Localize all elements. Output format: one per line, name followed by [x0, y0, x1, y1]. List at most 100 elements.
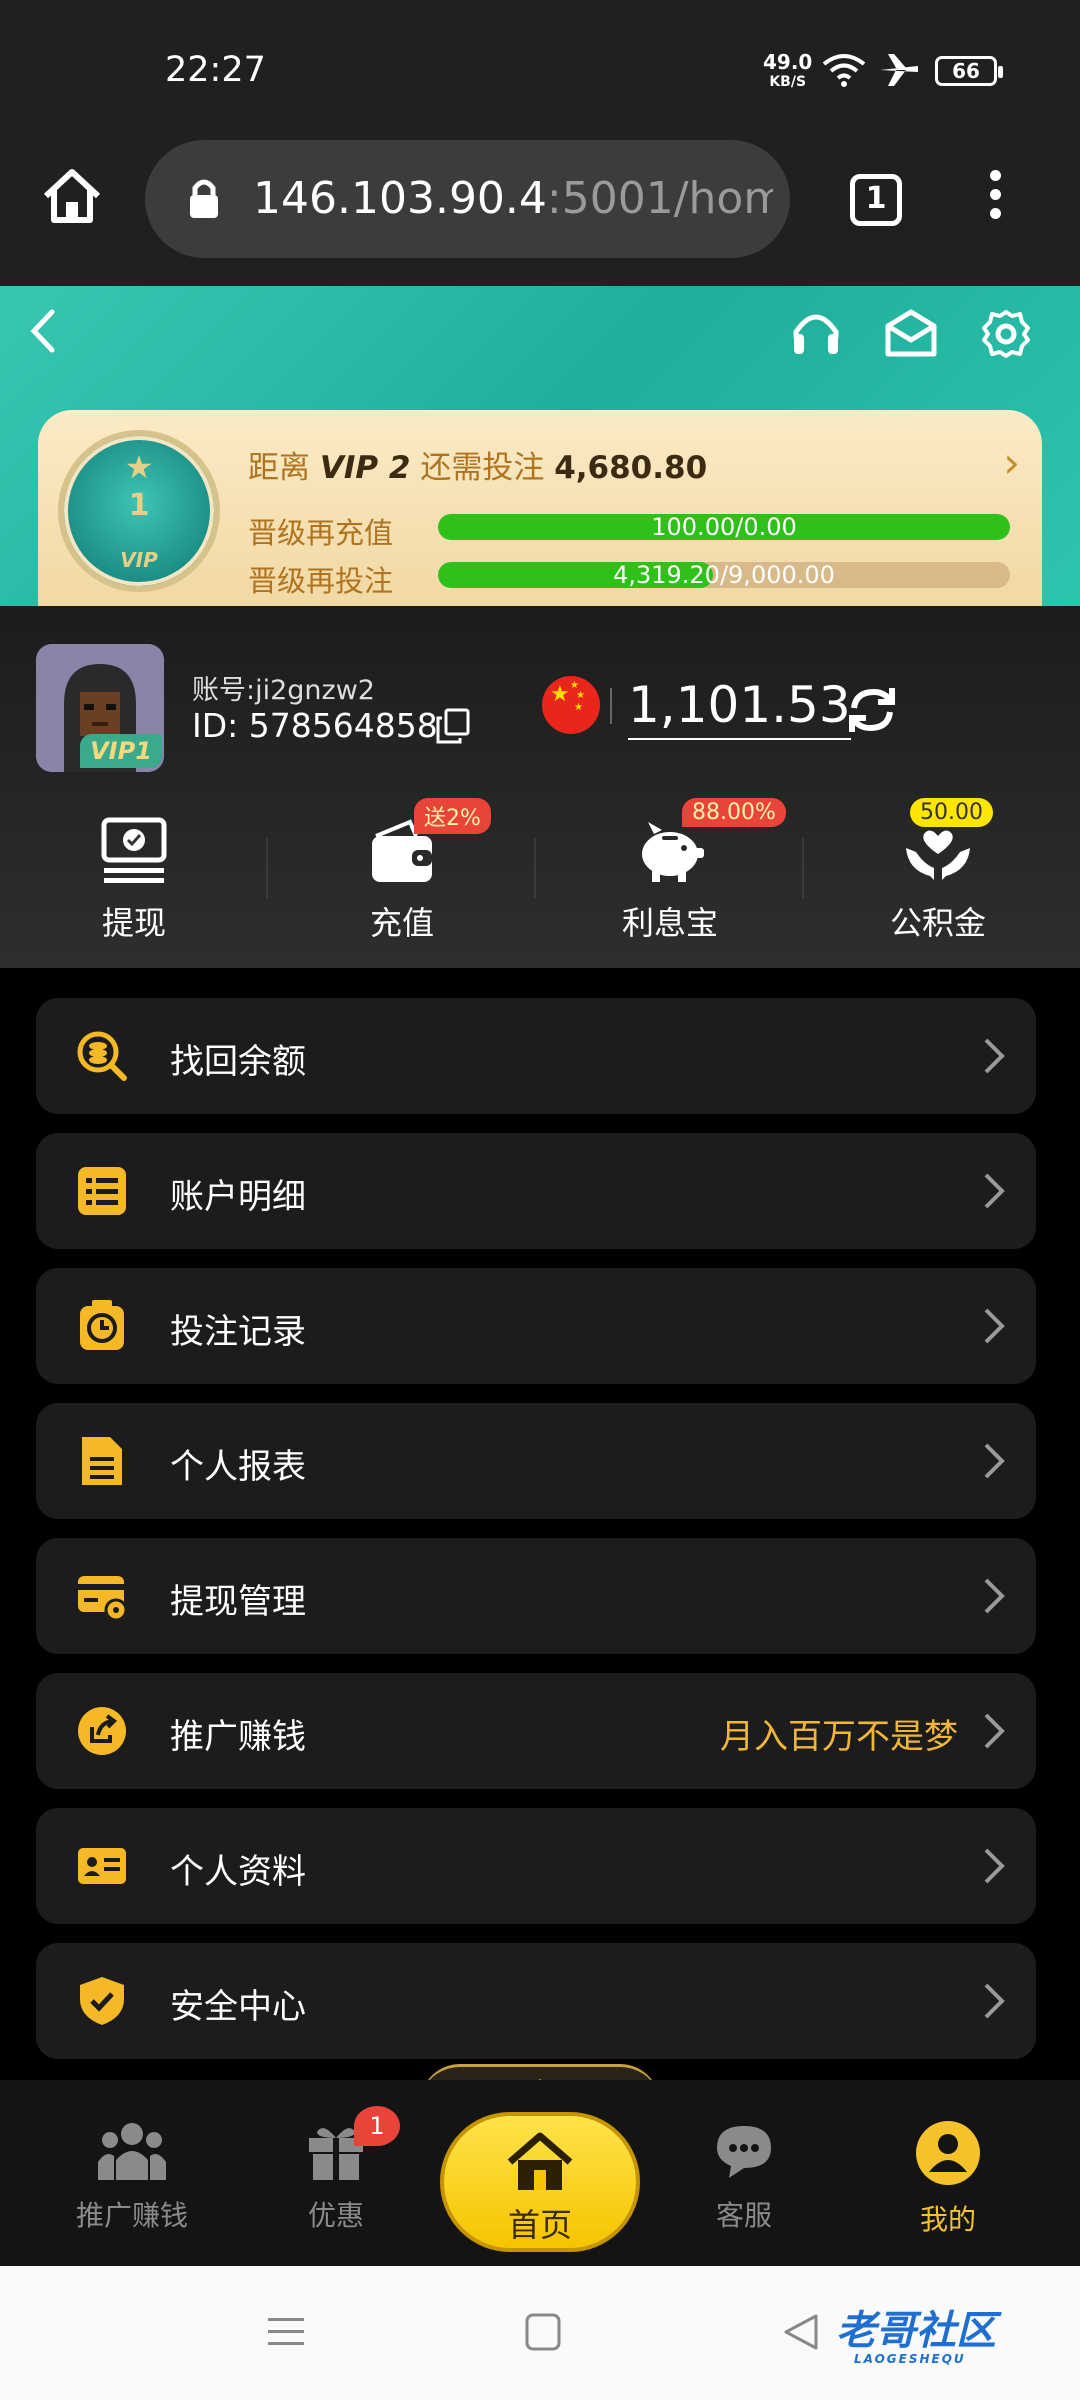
tab-promotions[interactable]: 1 优惠	[256, 2106, 416, 2234]
people-icon	[98, 2123, 166, 2180]
chevron-right-icon	[984, 1173, 1005, 1209]
copy-icon[interactable]	[436, 708, 470, 744]
deposit-bonus-badge: 送2%	[414, 798, 491, 834]
menu-item-recover-balance[interactable]: 找回余额	[36, 998, 1036, 1114]
quick-action-provident-fund-label: 公积金	[889, 904, 986, 942]
user-id: ID: 578564858	[192, 706, 438, 745]
tab-mine-label: 我的	[919, 2203, 976, 2236]
url-path: :5001/hom	[546, 173, 773, 224]
chevron-right-icon	[984, 1578, 1005, 1614]
deposit-progress-label: 晋级再充值	[248, 516, 394, 550]
vip-next-level-title: 距离 VIP 2 还需投注 4,680.80	[248, 442, 707, 487]
menu-item-profile[interactable]: 个人资料	[36, 1808, 1036, 1924]
deposit-progress-text: 100.00/0.00	[651, 514, 797, 540]
tab-home-label: 首页	[507, 2206, 572, 2244]
net-speed-unit: KB/S	[769, 74, 807, 90]
menu-item-security-center[interactable]: 安全中心	[36, 1943, 1036, 2059]
recent-apps-icon[interactable]	[266, 2312, 306, 2352]
net-speed: 49.0 KB/S	[763, 52, 812, 92]
vip-level-number: 1	[128, 488, 150, 523]
menu-item-referral[interactable]: 推广赚钱 月入百万不是梦	[36, 1673, 1036, 1789]
quick-action-withdraw[interactable]: 提现	[54, 816, 214, 944]
account-name: 账号:ji2gnzw2	[192, 675, 375, 706]
vip-remaining-amount: 4,680.80	[554, 450, 708, 486]
browser-menu-icon[interactable]	[985, 170, 1005, 230]
menu-item-label: 安全中心	[170, 1987, 306, 2027]
airplane-icon	[880, 54, 918, 86]
vip-title-prefix: 距离	[248, 450, 310, 486]
quick-action-interest[interactable]: 88.00% 利息宝	[590, 798, 786, 944]
divider	[534, 838, 536, 898]
shield-icon	[80, 1977, 124, 2025]
menu-item-label: 个人资料	[170, 1852, 306, 1892]
menu-item-label: 提现管理	[170, 1582, 306, 1622]
tab-mine[interactable]: 我的	[868, 2120, 1028, 2238]
url-text: 146.103.90.4:5001/hom	[253, 173, 773, 224]
chevron-right-icon[interactable]: ›	[1003, 438, 1020, 487]
id-card-icon	[78, 1848, 126, 1884]
status-time: 22:27	[165, 50, 266, 90]
tab-customer-service-label: 客服	[715, 2199, 772, 2232]
document-icon	[82, 1437, 122, 1485]
bet-progress-label: 晋级再投注	[248, 564, 394, 598]
mail-icon[interactable]	[884, 308, 938, 358]
refresh-icon[interactable]	[846, 684, 898, 736]
vip-next-level: VIP 2	[319, 450, 411, 486]
menu-item-withdraw-management[interactable]: 提现管理	[36, 1538, 1036, 1654]
divider	[266, 838, 268, 898]
search-coin-icon	[77, 1031, 127, 1081]
back-icon[interactable]	[28, 308, 58, 354]
watermark-text: 老哥社区	[836, 2308, 996, 2354]
browser-home-icon[interactable]	[40, 166, 104, 226]
quick-action-interest-label: 利息宝	[621, 904, 718, 942]
home-icon	[507, 2132, 573, 2190]
menu-item-note: 月入百万不是梦	[720, 1717, 958, 1757]
url-host: 146.103.90.4	[253, 173, 547, 224]
chevron-right-icon	[984, 1308, 1005, 1344]
vip-badge-label: VIP	[120, 548, 158, 572]
vip-title-mid: 还需投注	[420, 450, 545, 486]
lock-icon	[190, 179, 218, 218]
menu-item-account-details[interactable]: 账户明细	[36, 1133, 1036, 1249]
menu-item-label: 投注记录	[170, 1312, 306, 1352]
menu-item-bet-records[interactable]: 投注记录	[36, 1268, 1036, 1384]
quick-action-deposit-label: 充值	[369, 904, 434, 942]
tab-customer-service[interactable]: 客服	[664, 2120, 824, 2234]
vip-progress-card[interactable]: ★ 1 VIP 距离 VIP 2 还需投注 4,680.80 › 晋级再充值 1…	[38, 410, 1042, 610]
china-flag-icon[interactable]: ★ ★ ★ ★	[542, 676, 600, 734]
withdraw-icon	[101, 817, 167, 883]
share-icon	[78, 1707, 126, 1755]
tab-referral-label: 推广赚钱	[75, 2199, 188, 2232]
browser-toolbar: 146.103.90.4:5001/hom 1	[0, 140, 1080, 286]
interest-rate-badge: 88.00%	[682, 798, 786, 827]
quick-action-provident-fund[interactable]: 50.00 公积金	[858, 798, 1018, 944]
quick-action-deposit[interactable]: 送2% 充值	[322, 798, 491, 944]
address-bar[interactable]: 146.103.90.4:5001/hom	[145, 140, 790, 258]
chevron-right-icon	[984, 1848, 1005, 1884]
watermark-logo: 老哥社区 LAOGESHEQU	[836, 2298, 996, 2366]
watermark-subtext: LAOGESHEQU	[854, 2352, 966, 2366]
divider	[802, 838, 804, 898]
back-button-icon[interactable]	[782, 2312, 820, 2352]
avatar[interactable]: VIP1	[36, 644, 164, 772]
wifi-icon	[822, 54, 866, 87]
star-icon: ★	[124, 448, 154, 486]
promotions-count-badge: 1	[354, 2106, 400, 2146]
quick-action-withdraw-label: 提现	[101, 904, 166, 942]
settings-icon[interactable]	[980, 308, 1032, 360]
chevron-right-icon	[984, 1983, 1005, 2019]
home-button-icon[interactable]	[524, 2312, 562, 2352]
balance-amount: 1,101.53	[628, 676, 851, 740]
menu-list: 找回余额 账户明细 投注记录 个人报表 提现管理 推广赚钱 月入百万不是梦 个人…	[36, 998, 1036, 2078]
tab-home[interactable]: 首页	[440, 2112, 640, 2252]
bet-progress-bar: 4,319.20/9,000.00	[438, 562, 1010, 588]
chat-icon	[717, 2126, 771, 2178]
tab-promotions-label: 优惠	[307, 2199, 364, 2232]
menu-item-label: 个人报表	[170, 1447, 306, 1487]
chevron-right-icon	[984, 1038, 1005, 1074]
avatar-vip-tag: VIP1	[80, 734, 162, 768]
tab-switcher-button[interactable]: 1	[850, 174, 902, 226]
menu-item-personal-report[interactable]: 个人报表	[36, 1403, 1036, 1519]
headset-icon[interactable]	[790, 308, 842, 358]
tab-referral[interactable]: 推广赚钱	[52, 2120, 212, 2234]
